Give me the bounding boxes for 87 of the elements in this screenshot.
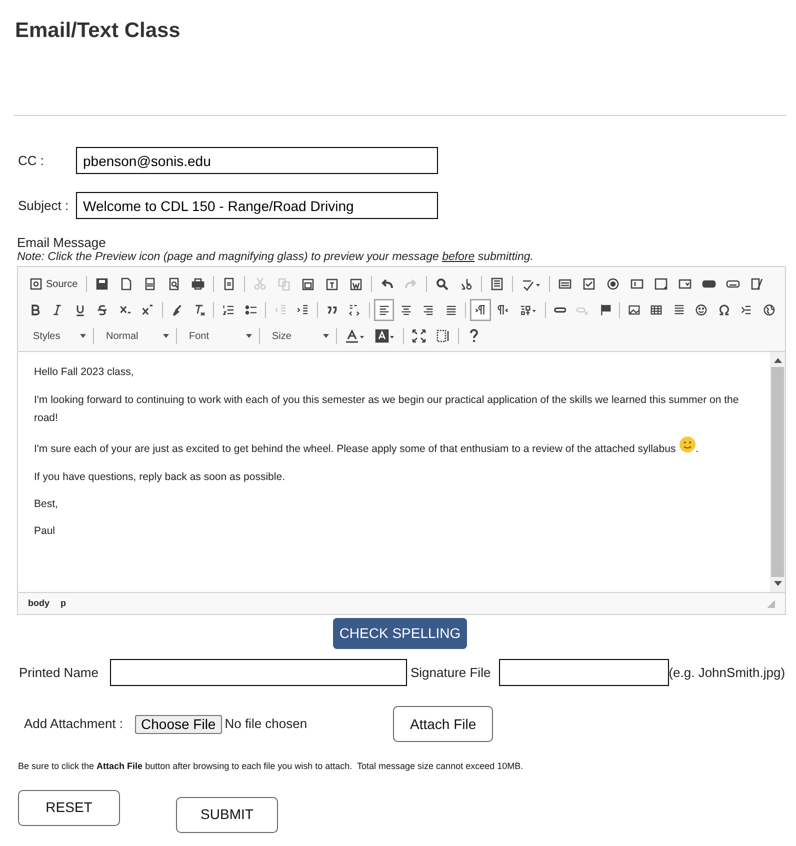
reset-button[interactable]: RESET bbox=[18, 790, 120, 826]
omega-icon bbox=[718, 303, 730, 318]
attachment-notice: Be sure to click the Attach File button after browsing to each file you wish to attach. Total message size cannot exceed 10MB. bbox=[18, 760, 524, 774]
caret-icon bbox=[80, 334, 86, 338]
preview-note: Note: Click the Preview icon (page and magnifying glass) to preview your message before submitting. bbox=[17, 250, 534, 264]
preview-icon bbox=[166, 277, 181, 292]
paste-text-icon bbox=[324, 277, 339, 292]
dropdown[interactable]: Size bbox=[263, 325, 333, 348]
remove-format-icon bbox=[192, 303, 206, 318]
signature-file-field[interactable] bbox=[498, 659, 669, 686]
templates-icon bbox=[222, 277, 236, 292]
select-all-icon bbox=[490, 277, 504, 292]
strike-icon bbox=[96, 303, 109, 318]
message-paragraph: Hello Fall 2023 class, bbox=[34, 365, 135, 380]
help-icon bbox=[467, 329, 481, 344]
flag-icon bbox=[598, 303, 612, 318]
field-label: CC : bbox=[18, 152, 45, 170]
checkbox-icon bbox=[582, 277, 596, 292]
message-paragraph: Paul bbox=[34, 524, 56, 540]
field-label: Printed Name bbox=[19, 664, 98, 682]
caret-icon bbox=[246, 334, 252, 338]
paste-word-icon bbox=[348, 277, 363, 292]
new-page-icon bbox=[118, 277, 133, 292]
check-spelling-button[interactable]: CHECK SPELLING bbox=[333, 618, 467, 650]
message-paragraph: If you have questions, reply back as soon as possible. bbox=[34, 470, 286, 485]
page-title: Email/Text Class bbox=[15, 18, 182, 44]
field-label: Subject : bbox=[18, 196, 70, 215]
paste-icon bbox=[300, 277, 315, 292]
textarea-icon bbox=[654, 277, 668, 292]
numbered-list-icon bbox=[222, 303, 235, 318]
attach-file-button[interactable]: Attach File bbox=[393, 706, 494, 742]
table-icon bbox=[650, 303, 663, 318]
toolbar-button[interactable]: Source bbox=[25, 273, 82, 296]
pilcrow-icon bbox=[496, 303, 510, 318]
message-label: Email Message bbox=[17, 236, 107, 251]
paint-brush-icon bbox=[170, 303, 183, 318]
element-path-item[interactable]: p bbox=[60, 596, 66, 610]
show-blocks-icon bbox=[436, 329, 450, 344]
form-icon bbox=[558, 277, 572, 292]
print-icon bbox=[190, 277, 205, 292]
subject-field[interactable]: Welcome to CDL 150 - Range/Road Driving bbox=[76, 192, 438, 219]
radio-icon bbox=[606, 277, 620, 292]
bulleted-list-icon bbox=[244, 303, 258, 318]
globe-icon bbox=[762, 303, 776, 318]
underline-icon bbox=[74, 303, 86, 318]
save-icon bbox=[94, 277, 109, 292]
printed-name-field[interactable] bbox=[110, 659, 408, 686]
superscript-icon bbox=[141, 303, 154, 318]
dropdown[interactable]: Font bbox=[180, 325, 256, 348]
message-paragraph: Best, bbox=[34, 497, 59, 512]
pilcrow-icon bbox=[474, 303, 487, 318]
file-status: No file chosen bbox=[224, 715, 308, 734]
italic-icon bbox=[51, 303, 64, 318]
scroll-thumb[interactable] bbox=[771, 367, 784, 578]
smiley-icon bbox=[695, 303, 708, 318]
dropdown[interactable]: Normal bbox=[97, 325, 173, 348]
toolbar-button[interactable] bbox=[374, 299, 394, 322]
choose-file-button[interactable]: Choose File bbox=[135, 714, 222, 734]
maximize-icon bbox=[412, 329, 426, 344]
message-paragraph: I'm looking forward to continuing to work with each of you this semester as we begin our practical application of the skills we learned this summer on the road! bbox=[34, 392, 740, 426]
caret-icon bbox=[163, 334, 169, 338]
submit-button[interactable]: SUBMIT bbox=[176, 796, 278, 833]
select-icon bbox=[678, 277, 692, 292]
align-right-icon bbox=[422, 303, 435, 318]
scroll-up-icon[interactable] bbox=[774, 358, 782, 364]
dropdown[interactable]: Styles bbox=[24, 325, 90, 348]
text-field-icon bbox=[630, 277, 644, 292]
cut-icon bbox=[252, 277, 267, 292]
cc-field[interactable]: pbenson@sonis.edu bbox=[76, 147, 438, 174]
align-left-icon bbox=[378, 303, 390, 318]
toolbar-button[interactable] bbox=[470, 299, 491, 322]
scroll-down-icon[interactable] bbox=[774, 581, 782, 586]
search-icon bbox=[434, 277, 449, 292]
image-icon bbox=[628, 303, 640, 318]
message-paragraph: I'm sure each of your are just as excited to get behind the wheel. Please apply some of that enthusiam to a review of the attached syllabus . bbox=[34, 436, 756, 459]
text-color-icon bbox=[345, 329, 365, 344]
caret-icon bbox=[323, 334, 329, 338]
field-hint: (e.g. JohnSmith.jpg) bbox=[668, 664, 786, 682]
background-color-icon bbox=[375, 329, 395, 344]
element-path-item[interactable]: body bbox=[28, 596, 50, 610]
justify-icon bbox=[444, 303, 458, 318]
align-center-icon bbox=[400, 303, 412, 318]
bold-icon bbox=[29, 303, 42, 318]
copy-icon bbox=[276, 277, 291, 292]
field-label: Signature File bbox=[410, 664, 491, 682]
source-icon bbox=[29, 277, 43, 292]
field-label: Add Attachment : bbox=[24, 715, 124, 734]
